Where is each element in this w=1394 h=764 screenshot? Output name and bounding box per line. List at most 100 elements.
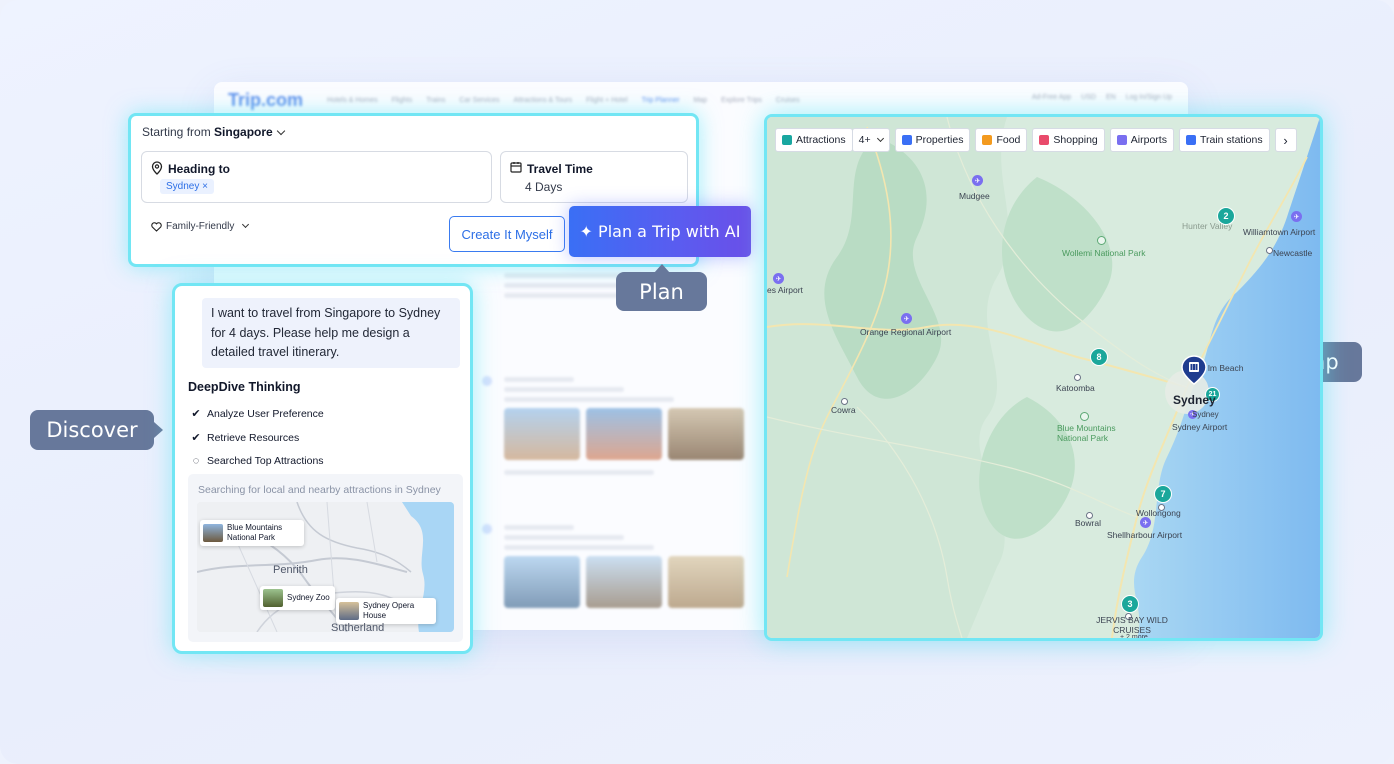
travel-time-field[interactable]: Travel Time 4 Days (500, 151, 688, 203)
filter-train-stations[interactable]: Train stations (1178, 128, 1270, 152)
nav-language[interactable]: EN (1106, 94, 1116, 101)
thinking-step: ✔ Analyze User Preference (190, 407, 323, 421)
place-label: Williamtown Airport (1243, 227, 1316, 237)
nav-trip-planner[interactable]: Trip Planner (642, 97, 680, 104)
preference-label: Family-Friendly (166, 221, 235, 232)
filter-shopping[interactable]: Shopping (1032, 128, 1105, 152)
filter-properties[interactable]: Properties (894, 128, 971, 152)
sydney-location-pin[interactable] (1181, 355, 1207, 385)
map-panel[interactable]: Attractions 4+ Properties Food Shopping … (764, 114, 1323, 641)
chevron-right-icon: › (1283, 132, 1288, 148)
place-label: JERVIS BAY WILD CRUISES (1096, 615, 1168, 635)
attraction-count-badge[interactable]: 2 (1217, 207, 1235, 225)
destination-chip[interactable]: Sydney × (160, 179, 214, 194)
attraction-pin-label: Blue Mountains National Park (227, 523, 283, 542)
ai-button-label: Plan a Trip with AI (598, 222, 741, 241)
place-label: Shellharbour Airport (1107, 530, 1183, 540)
place-label: Sydney Airport (1172, 422, 1228, 432)
heading-to-label: Heading to (168, 162, 230, 176)
map-label: Sutherland (331, 622, 385, 632)
filter-food[interactable]: Food (975, 128, 1028, 152)
place-label: Mudgee (959, 191, 990, 201)
attraction-count-badge[interactable]: 7 (1154, 485, 1172, 503)
starting-prefix: Starting from (142, 125, 211, 139)
create-it-myself-button[interactable]: Create It Myself (449, 216, 565, 252)
map-filter-bar: Attractions 4+ Properties Food Shopping … (775, 128, 1297, 152)
nav-map[interactable]: Map (693, 97, 707, 104)
heart-icon (151, 221, 162, 232)
sparkle-icon: ✦ (579, 222, 593, 241)
city-dot (1266, 247, 1273, 254)
calendar-icon (510, 162, 522, 173)
plan-trip-with-ai-button[interactable]: ✦ Plan a Trip with AI (569, 206, 751, 257)
filter-airports[interactable]: Airports (1109, 128, 1174, 152)
airport-marker-icon[interactable]: ✈ (773, 273, 784, 284)
place-label: Sydney (1192, 410, 1219, 419)
filter-label: Airports (1130, 134, 1167, 146)
filter-label: Attractions (796, 134, 846, 146)
food-icon (982, 135, 993, 145)
ai-discover-card: I want to travel from Singapore to Sydne… (172, 283, 473, 654)
attraction-count-badge[interactable]: 8 (1090, 348, 1108, 366)
nav-attractions[interactable]: Attractions & Tours (514, 97, 573, 104)
place-label: Cowra (831, 405, 856, 415)
check-icon: ✔ (191, 408, 201, 420)
filter-label: Shopping (1053, 134, 1098, 146)
travel-time-value: 4 Days (525, 180, 563, 194)
nav-flight-hotel[interactable]: Flight + Hotel (586, 97, 627, 104)
place-label: Sydney (1173, 393, 1216, 407)
site-logo: Trip.com (228, 89, 304, 110)
train-icon (1185, 135, 1196, 145)
filter-attractions[interactable]: Attractions (775, 128, 853, 152)
attraction-pin-label: Sydney Zoo (287, 593, 330, 602)
attraction-thumbnail (203, 524, 223, 542)
nav-app[interactable]: Ad-Free App (1032, 94, 1071, 101)
place-label: es Airport (767, 285, 803, 295)
place-label: Orange Regional Airport (860, 327, 952, 337)
attraction-pin[interactable]: Sydney Zoo (260, 586, 335, 610)
step-label: Searched Top Attractions (207, 455, 324, 467)
place-label: Bowral (1075, 518, 1101, 528)
chevron-down-icon (276, 126, 285, 136)
nav-explore[interactable]: Explore Trips (721, 97, 762, 104)
city-dot (841, 398, 848, 405)
search-caption: Searching for local and nearby attractio… (198, 484, 441, 496)
airport-marker-icon[interactable]: ✈ (972, 175, 983, 186)
nav-car[interactable]: Car Services (459, 97, 499, 104)
filter-rating[interactable]: 4+ (851, 128, 890, 152)
airport-marker-icon[interactable]: ✈ (1140, 517, 1151, 528)
filter-label: Train stations (1199, 134, 1263, 146)
filter-label: Food (996, 134, 1021, 146)
check-icon: ✔ (191, 432, 201, 444)
nav-login[interactable]: Log In/Sign Up (1126, 94, 1172, 101)
attraction-pin[interactable]: Blue Mountains National Park (200, 520, 304, 546)
loading-icon: ◌ (192, 455, 200, 467)
nav-hotels[interactable]: Hotels & Homes (327, 97, 378, 104)
chevron-down-icon (242, 220, 250, 229)
park-marker-icon (1080, 412, 1089, 421)
mini-map[interactable]: Blue Mountains National Park Penrith Syd… (197, 502, 454, 632)
attraction-search-panel: Searching for local and nearby attractio… (188, 474, 463, 642)
map-terrain (767, 117, 1320, 638)
nav-currency[interactable]: USD (1081, 94, 1096, 101)
airport-marker-icon[interactable]: ✈ (1291, 211, 1302, 222)
park-marker-icon (1097, 236, 1106, 245)
attraction-pin[interactable]: Sydney Opera House (336, 598, 436, 624)
starting-from-selector[interactable]: Starting from Singapore (142, 125, 285, 139)
attraction-thumbnail (263, 589, 283, 607)
plan-callout: Plan (616, 264, 707, 311)
plane-icon (1116, 135, 1127, 145)
attraction-count-badge[interactable]: 3 (1121, 595, 1139, 613)
heading-to-field[interactable]: Heading to Sydney × (141, 151, 492, 203)
place-label: Katoomba (1056, 383, 1095, 393)
discover-callout: Discover (30, 410, 163, 450)
preference-dropdown[interactable]: Family-Friendly (151, 220, 250, 232)
filter-next-button[interactable]: › (1274, 128, 1297, 152)
place-label: Newcastle (1273, 248, 1313, 258)
nav-trains[interactable]: Trains (426, 97, 445, 104)
airport-marker-icon[interactable]: ✈ (901, 313, 912, 324)
nav-flights[interactable]: Flights (392, 97, 413, 104)
filter-label: 4+ (858, 134, 871, 146)
thinking-step: ✔ Retrieve Resources (190, 431, 299, 445)
nav-cruises[interactable]: Cruises (776, 97, 800, 104)
